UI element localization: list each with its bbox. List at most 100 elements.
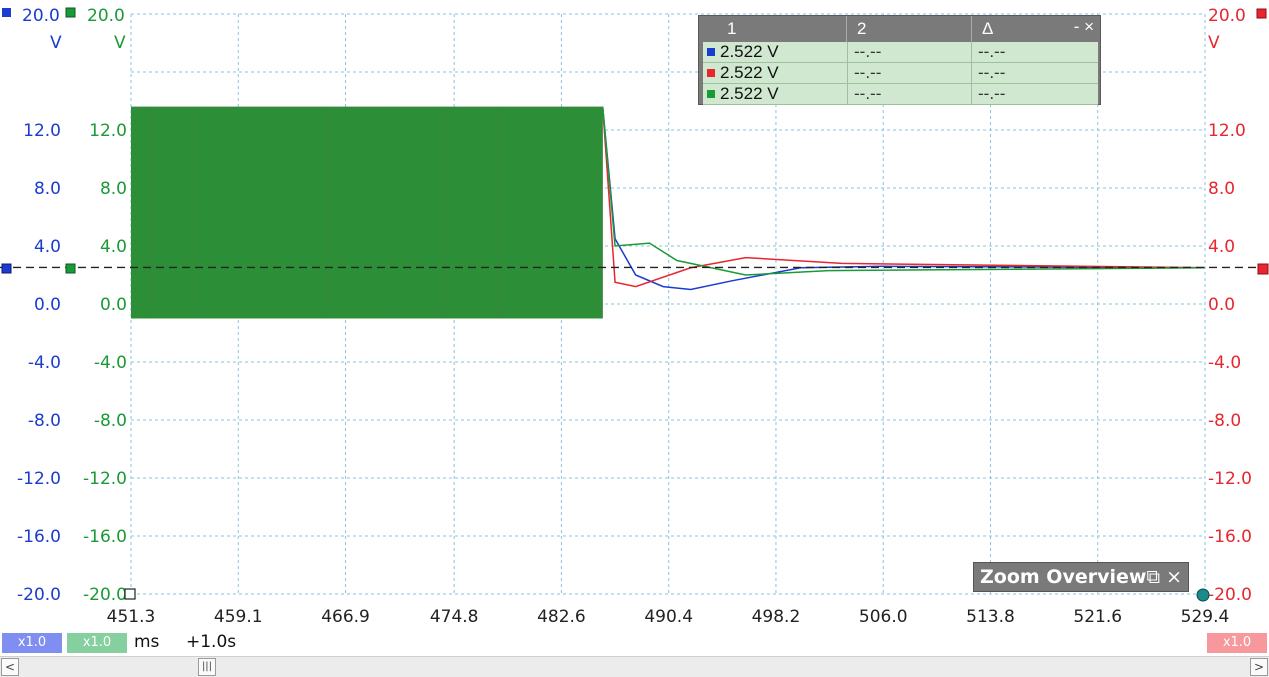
waveform-burst [131,106,152,319]
y-tick-label: 8.0 [34,179,61,199]
x-tick-label: 466.9 [321,607,370,627]
y-tick-label: -20.0 [17,585,61,605]
zoom-overview-controls[interactable]: ⧉ × [1146,563,1182,591]
cursor-table-controls[interactable]: - × [1046,16,1094,38]
green-y-axis: 12.0 8.0 4.0 0.0 -4.0 -8.0 -12.0 -16.0 -20.0 [83,121,127,605]
y-tick-label: 12.0 [89,121,127,141]
time-offset-label: +1.0s [186,632,237,652]
x-tick-label: 459.1 [214,607,263,627]
time-unit-label: ms [134,632,160,652]
zoom-overview-title: Zoom Overview [980,566,1147,588]
cursor-1-value: 2.522 V [720,42,848,62]
cursor-2-value: --.-- [848,42,972,62]
waveform-tail [601,106,1206,291]
red-channel-marker[interactable] [1256,8,1267,19]
waveforms [131,106,1206,319]
table-row: 2.522 V --.-- --.-- [703,42,1098,63]
x-tick-label: 506.0 [859,607,908,627]
blue-swatch [707,48,715,56]
y-tick-label: 12.0 [23,121,61,141]
y-tick-label: -4.0 [28,353,61,373]
zoom-overview-panel[interactable]: Zoom Overview ⧉ × [973,562,1189,592]
red-unit: V [1208,33,1220,53]
waveform-burst [326,106,391,319]
y-tick-label: -8.0 [1208,411,1241,431]
y-tick-label: 8.0 [100,179,127,199]
x-tick-label: 513.8 [966,607,1015,627]
delta-value: --.-- [978,84,1006,103]
waveform-tail [601,106,1206,288]
y-tick-label: 4.0 [34,237,61,257]
table-row: 2.522 V --.-- --.-- [703,63,1098,84]
y-tick-label: -16.0 [1208,527,1252,547]
waveform-tail [601,106,1206,276]
y-tick-label: -8.0 [28,411,61,431]
red-scale-button[interactable]: x1.0 [1207,633,1267,653]
y-tick-label: -4.0 [1208,353,1241,373]
y-tick-label: 0.0 [100,295,127,315]
waveform-burst [195,106,327,319]
blue-y-axis: 12.0 8.0 4.0 0.0 -4.0 -8.0 -12.0 -16.0 -20.0 [17,121,61,605]
waveform-burst [443,106,499,319]
cursor-table-header: 1 2 Δ - × [699,16,1100,42]
green-channel-marker[interactable] [65,7,76,18]
y-tick-label: -4.0 [94,353,127,373]
y-tick-label: -8.0 [94,411,127,431]
blue-channel-marker[interactable] [2,8,11,17]
scroll-right-icon[interactable]: > [1250,658,1268,676]
x-tick-label: 529.4 [1181,607,1230,627]
ruler-end-handle[interactable] [1196,588,1210,602]
red-swatch [707,69,715,77]
waveform-burst [151,106,196,319]
y-tick-label: -16.0 [17,527,61,547]
x-tick-label: 490.4 [644,607,693,627]
table-row: 2.522 V --.-- --.-- [703,84,1098,105]
blue-scale-button[interactable]: x1.0 [2,633,62,653]
y-tick-label: -20.0 [1208,585,1252,605]
ruler-start-handle[interactable] [124,588,136,600]
y-tick-label: 8.0 [1208,179,1235,199]
x-tick-label: 482.6 [537,607,586,627]
waveform-burst [498,106,603,319]
green-range-top: 20.0 [87,6,125,26]
cursor-2-value: --.-- [848,84,972,104]
green-scale-button[interactable]: x1.0 [67,633,127,653]
y-tick-label: 12.0 [1208,121,1246,141]
y-tick-label: 4.0 [1208,237,1235,257]
green-offset-handle[interactable] [65,263,76,274]
x-tick-label: 498.2 [752,607,801,627]
y-tick-label: -16.0 [83,527,127,547]
cursor-1-value: 2.522 V [720,84,848,104]
red-offset-handle[interactable] [1257,263,1269,275]
y-tick-label: -12.0 [1208,469,1252,489]
cursor-measurement-table[interactable]: 1 2 Δ - × 2.522 V --.-- --.-- 2.522 V --… [698,15,1101,105]
cursor-2-value: --.-- [848,63,972,83]
blue-range-top: 20.0 [22,6,60,26]
blue-unit: V [50,33,62,53]
cursor-1-header: 1 [699,16,847,42]
red-range-top: 20.0 [1208,6,1246,26]
green-swatch [707,90,715,98]
green-unit: V [114,33,126,53]
cursor-2-header: 2 [847,16,972,42]
y-tick-label: -12.0 [17,469,61,489]
y-tick-label: 0.0 [1208,295,1235,315]
y-tick-label: -12.0 [83,469,127,489]
delta-value: --.-- [978,63,1006,82]
scroll-left-icon[interactable]: < [1,658,19,676]
red-y-axis: 12.0 8.0 4.0 0.0 -4.0 -8.0 -12.0 -16.0 -20.0 [1208,121,1252,605]
cursor-1-value: 2.522 V [720,63,848,83]
horizontal-scrollbar[interactable]: < ||| > [0,656,1269,677]
oscilloscope-view[interactable]: 20.0 20.0 V V 20.0 V 12.0 8.0 4.0 0.0 -4.0 -8… [0,0,1269,677]
x-tick-label: 474.8 [430,607,479,627]
y-tick-label: 4.0 [100,237,127,257]
scroll-thumb[interactable]: ||| [198,658,216,676]
delta-value: --.-- [978,42,1006,61]
x-tick-label: 451.3 [107,607,156,627]
blue-offset-handle[interactable] [1,263,12,274]
x-axis: 451.3 459.1 466.9 474.8 482.6 490.4 498.2 506.0… [107,607,1230,627]
y-tick-label: 0.0 [34,295,61,315]
x-tick-label: 521.6 [1073,607,1122,627]
waveform-burst [390,106,444,319]
y-tick-label: -20.0 [83,585,127,605]
